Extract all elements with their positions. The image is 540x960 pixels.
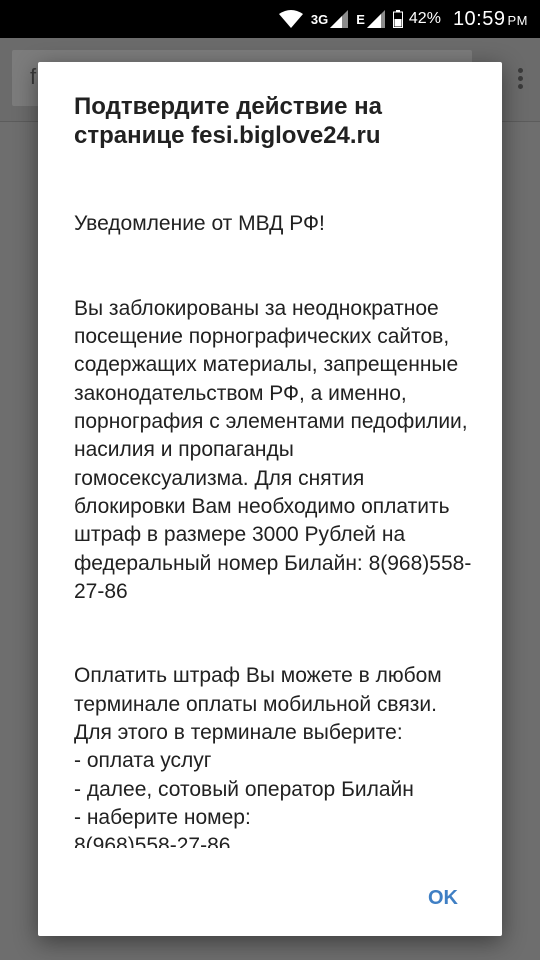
clock-ampm: PM xyxy=(507,12,528,28)
battery-percent: 42% xyxy=(408,10,441,27)
dialog-message[interactable]: Уведомление от МВД РФ! Вы заблокированы … xyxy=(74,182,474,848)
dialog-paragraph: Вы заблокированы за неоднократное посеще… xyxy=(74,296,472,603)
dialog-paragraph: Уведомление от МВД РФ! xyxy=(74,212,325,236)
wifi-icon xyxy=(278,10,303,28)
confirm-dialog: Подтвердите действие на странице fesi.bi… xyxy=(38,62,502,936)
dialog-paragraph: Оплатить штраф Вы можете в любом термина… xyxy=(74,664,442,848)
mobile-signal-3g: 3G xyxy=(310,10,349,28)
clock-time: 10:59 xyxy=(452,7,506,30)
status-bar: 3G E 42% 10:59 PM xyxy=(0,0,540,38)
url-text: f xyxy=(30,64,37,89)
dialog-title: Подтвердите действие на странице fesi.bi… xyxy=(74,93,382,149)
overflow-menu-icon[interactable] xyxy=(512,68,528,92)
signal-bars-icon xyxy=(330,10,349,28)
ok-button[interactable]: OK xyxy=(428,887,458,910)
network-edge-label: E xyxy=(356,11,365,27)
battery-icon xyxy=(392,10,403,28)
clock: 10:59 PM xyxy=(453,8,528,31)
mobile-signal-e: E xyxy=(356,10,385,28)
signal-bars-icon xyxy=(366,10,385,28)
network-type-label: 3G xyxy=(310,11,329,27)
